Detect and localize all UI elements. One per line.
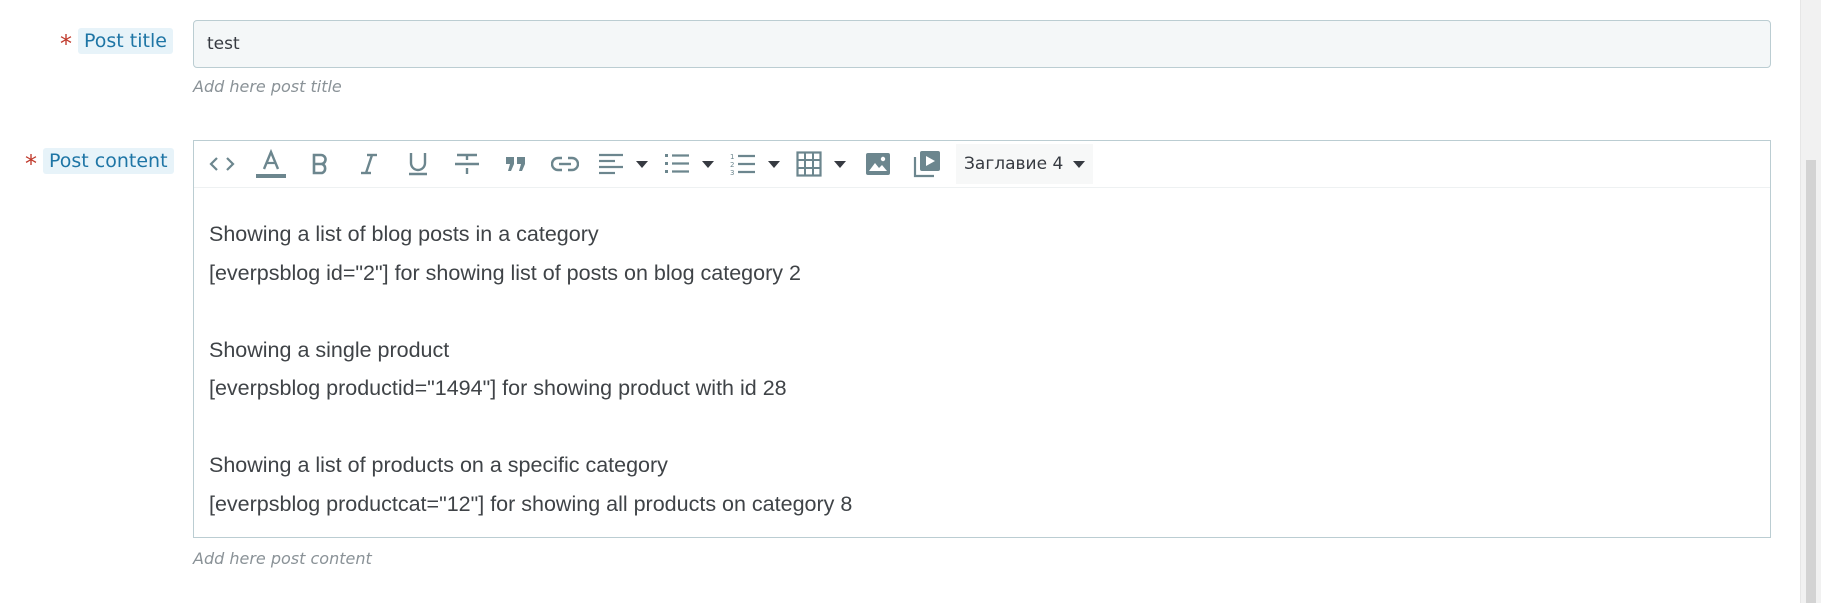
table-control: [792, 144, 846, 184]
media-button[interactable]: [907, 144, 947, 184]
table-icon: [796, 151, 822, 177]
table-dropdown-caret[interactable]: [834, 160, 846, 168]
italic-icon: [361, 153, 377, 175]
post-title-input[interactable]: [193, 20, 1771, 68]
required-marker: *: [25, 150, 37, 178]
align-left-icon: [599, 153, 623, 175]
image-icon: [866, 153, 890, 175]
post-content-label-text: Post content: [43, 148, 174, 174]
svg-text:2: 2: [730, 161, 734, 169]
content-paragraph: [everpsblog productcat="12"] for showing…: [209, 491, 853, 516]
scrollbar-thumb[interactable]: [1806, 160, 1816, 603]
align-left-button[interactable]: [594, 144, 628, 184]
bullet-list-control: [660, 144, 714, 184]
bullet-list-icon: [665, 154, 689, 173]
bold-icon: [312, 153, 327, 175]
chevron-down-icon: [1073, 160, 1086, 168]
bold-button[interactable]: [300, 144, 340, 184]
media-icon: [913, 151, 940, 178]
blockquote-icon: [506, 157, 525, 171]
numbered-list-control: 1 2 3: [726, 144, 780, 184]
blockquote-button[interactable]: [496, 144, 536, 184]
underline-icon: [409, 153, 427, 176]
content-blank-line: [209, 292, 1755, 331]
post-content-help: Add here post content: [193, 549, 372, 568]
post-title-label-text: Post title: [78, 28, 173, 54]
required-marker: *: [60, 30, 72, 58]
table-button[interactable]: [792, 144, 826, 184]
svg-text:3: 3: [730, 169, 734, 176]
bullet-list-dropdown-caret[interactable]: [702, 160, 714, 168]
italic-button[interactable]: [349, 144, 389, 184]
strikethrough-button[interactable]: [447, 144, 487, 184]
numbered-list-dropdown-caret[interactable]: [768, 160, 780, 168]
align-control: [594, 144, 648, 184]
content-paragraph: [everpsblog id="2"] for showing list of …: [209, 260, 801, 285]
content-paragraph: Showing a single product: [209, 337, 450, 362]
editor-content-area[interactable]: Showing a list of blog posts in a catego…: [194, 188, 1770, 523]
numbered-list-button[interactable]: 1 2 3: [726, 144, 760, 184]
content-paragraph: Showing a list of blog posts in a catego…: [209, 222, 599, 246]
svg-text:1: 1: [730, 153, 734, 161]
editor-toolbar: 1 2 3 Заглавие 4: [194, 141, 1770, 188]
content-paragraph: Showing a list of products on a specific…: [209, 453, 668, 477]
post-content-editor: 1 2 3 Заглавие 4 Showing a list of blog …: [193, 140, 1771, 538]
source-code-button[interactable]: [202, 144, 242, 184]
numbered-list-icon: 1 2 3: [730, 153, 755, 176]
post-title-label: * Post title: [60, 28, 173, 58]
content-paragraph: [everpsblog productid="1494"] for showin…: [209, 376, 787, 400]
text-color-icon: [256, 149, 286, 178]
image-button[interactable]: [858, 144, 898, 184]
link-icon: [551, 156, 579, 172]
format-select[interactable]: Заглавие 4: [956, 144, 1094, 184]
post-title-help: Add here post title: [193, 77, 342, 96]
align-dropdown-caret[interactable]: [636, 160, 648, 168]
link-button[interactable]: [545, 144, 585, 184]
post-content-label: * Post content: [25, 148, 174, 178]
text-color-button[interactable]: [251, 144, 291, 184]
source-code-icon: [209, 157, 235, 171]
format-select-value: Заглавие 4: [964, 154, 1064, 174]
underline-button[interactable]: [398, 144, 438, 184]
bullet-list-button[interactable]: [660, 144, 694, 184]
content-blank-line: [209, 408, 1755, 447]
page: * Post title Add here post title * Post …: [0, 0, 1821, 603]
strikethrough-icon: [455, 153, 479, 174]
